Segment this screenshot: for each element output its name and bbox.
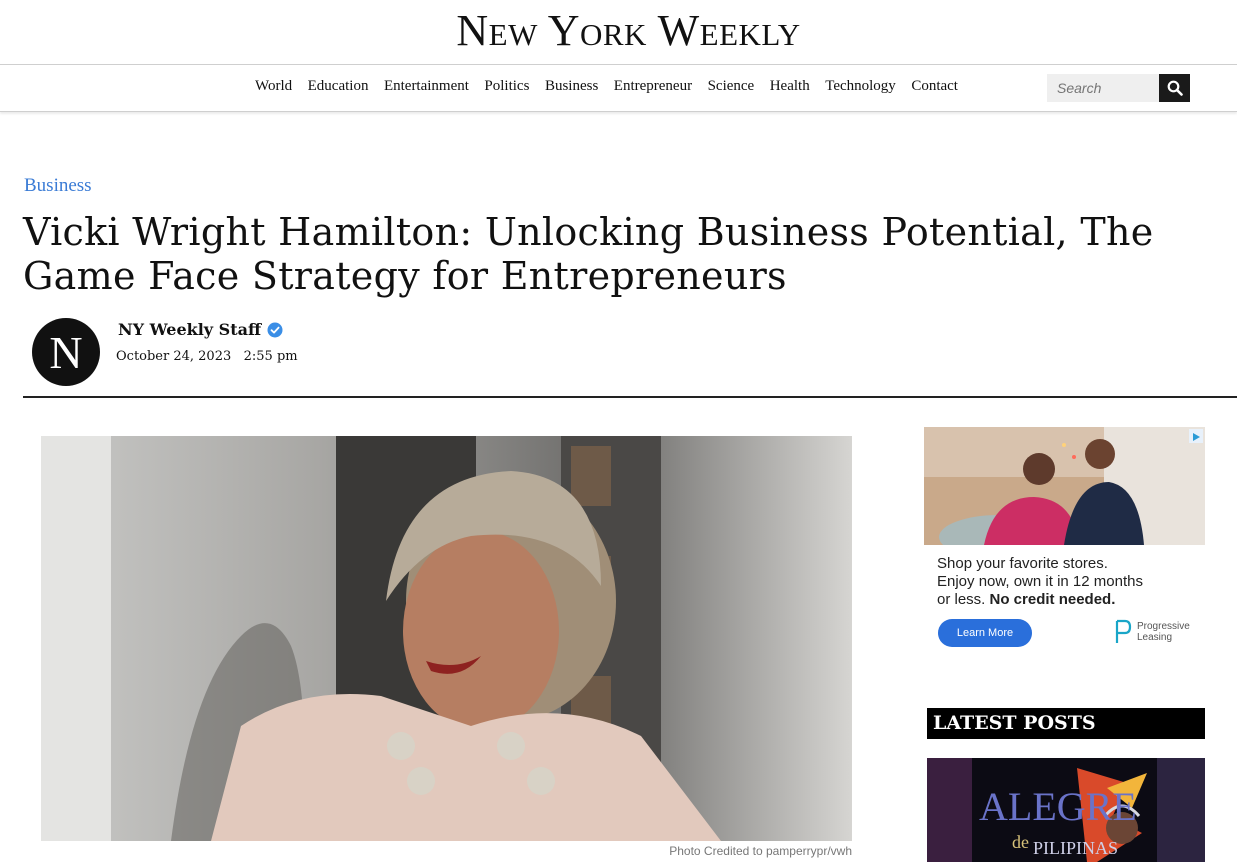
ad-line-2: Enjoy now, own it in 12 months bbox=[937, 573, 1143, 590]
ad-brand: Progressive Leasing bbox=[1114, 619, 1190, 645]
article-title: Vicki Wright Hamilton: Unlocking Busines… bbox=[23, 210, 1154, 298]
ad-copy: Shop your favorite stores. Enjoy now, ow… bbox=[937, 555, 1197, 609]
ad-line-3-bold: No credit needed. bbox=[989, 591, 1116, 608]
nav-item-entertainment[interactable]: Entertainment bbox=[384, 78, 469, 95]
author-avatar[interactable]: N bbox=[32, 318, 100, 386]
nav-item-contact[interactable]: Contact bbox=[911, 78, 958, 95]
main-nav: World Education Entertainment Politics B… bbox=[0, 65, 1237, 112]
latest-posts-heading: LATEST POSTS bbox=[927, 708, 1205, 739]
ad-line-1: Shop your favorite stores. bbox=[937, 555, 1108, 572]
nav-item-education[interactable]: Education bbox=[308, 78, 369, 95]
publish-date: October 24, 2023 2:55 pm bbox=[116, 349, 298, 364]
author-name[interactable]: NY Weekly Staff bbox=[118, 320, 261, 339]
search-button[interactable] bbox=[1159, 74, 1190, 102]
nav-item-world[interactable]: World bbox=[255, 78, 292, 95]
header-divider bbox=[23, 396, 1237, 398]
nav-item-entrepreneur[interactable]: Entrepreneur bbox=[614, 78, 692, 95]
latest-post-image: ALEGRE de PILIPINAS bbox=[927, 758, 1205, 862]
adchoices-icon[interactable] bbox=[1189, 429, 1203, 443]
masthead: New York Weekly bbox=[0, 0, 1237, 65]
hero-image bbox=[41, 436, 852, 841]
site-logo[interactable]: New York Weekly bbox=[0, 6, 1237, 56]
ad-line-3: or less. No credit needed. bbox=[937, 591, 1197, 609]
article-category[interactable]: Business bbox=[24, 175, 92, 197]
ad-line-3-regular: or less. bbox=[937, 591, 990, 608]
progressive-leasing-logo-icon bbox=[1115, 619, 1132, 643]
latest-post-thumb-de: de bbox=[1012, 832, 1029, 852]
search-input[interactable] bbox=[1047, 74, 1159, 102]
photo-credit: Photo Credited to pamperrypr/vwh bbox=[669, 844, 852, 858]
ad-brand-line-2: Leasing bbox=[1137, 632, 1173, 643]
search-icon bbox=[1167, 80, 1183, 96]
avatar-letter: N bbox=[49, 326, 83, 378]
ad-brand-text: Progressive Leasing bbox=[1137, 621, 1190, 643]
nav-item-science[interactable]: Science bbox=[708, 78, 755, 95]
hero-photo bbox=[41, 436, 852, 841]
latest-post-thumb-title: ALEGRE bbox=[979, 784, 1137, 829]
author-byline: NY Weekly Staff bbox=[118, 320, 283, 339]
ad-learn-more-button[interactable]: Learn More bbox=[938, 619, 1032, 647]
nav-item-technology[interactable]: Technology bbox=[825, 78, 896, 95]
verified-badge-icon bbox=[267, 322, 283, 337]
ad-banner[interactable]: Shop your favorite stores. Enjoy now, ow… bbox=[924, 427, 1205, 663]
nav-item-business[interactable]: Business bbox=[545, 78, 598, 95]
ad-photo bbox=[924, 427, 1205, 545]
nav-item-health[interactable]: Health bbox=[770, 78, 810, 95]
nav-item-politics[interactable]: Politics bbox=[484, 78, 529, 95]
ad-brand-line-1: Progressive bbox=[1137, 621, 1190, 632]
latest-post-thumb-sub: PILIPINAS bbox=[1033, 838, 1118, 858]
nav-menu: World Education Entertainment Politics B… bbox=[255, 78, 973, 95]
latest-post-thumbnail[interactable]: ALEGRE de PILIPINAS bbox=[927, 758, 1205, 862]
ad-image[interactable] bbox=[924, 427, 1205, 545]
